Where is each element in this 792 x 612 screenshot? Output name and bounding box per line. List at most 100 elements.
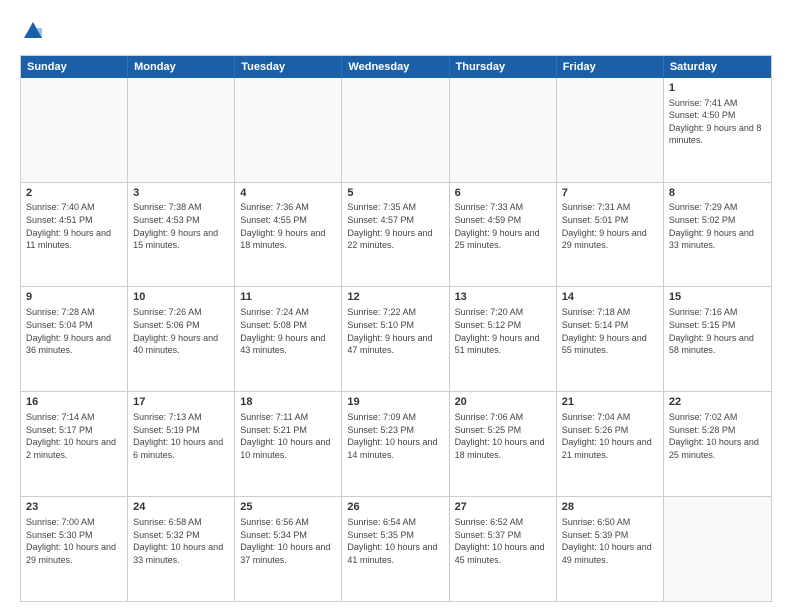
calendar-row-0: 1Sunrise: 7:41 AMSunset: 4:50 PMDaylight… (21, 78, 771, 182)
day-cell-19: 19Sunrise: 7:09 AMSunset: 5:23 PMDayligh… (342, 392, 449, 496)
header (20, 16, 772, 47)
day-cell-9: 9Sunrise: 7:28 AMSunset: 5:04 PMDaylight… (21, 287, 128, 391)
day-number: 17 (133, 395, 229, 410)
day-info: Sunrise: 7:11 AMSunset: 5:21 PMDaylight:… (240, 411, 336, 461)
day-info: Sunrise: 7:14 AMSunset: 5:17 PMDaylight:… (26, 411, 122, 461)
day-cell-13: 13Sunrise: 7:20 AMSunset: 5:12 PMDayligh… (450, 287, 557, 391)
day-number: 20 (455, 395, 551, 410)
day-info: Sunrise: 7:22 AMSunset: 5:10 PMDaylight:… (347, 306, 443, 356)
day-info: Sunrise: 6:56 AMSunset: 5:34 PMDaylight:… (240, 516, 336, 566)
day-number: 3 (133, 186, 229, 201)
day-number: 1 (669, 81, 766, 96)
day-info: Sunrise: 7:18 AMSunset: 5:14 PMDaylight:… (562, 306, 658, 356)
day-info: Sunrise: 7:04 AMSunset: 5:26 PMDaylight:… (562, 411, 658, 461)
day-number: 24 (133, 500, 229, 515)
calendar-row-4: 23Sunrise: 7:00 AMSunset: 5:30 PMDayligh… (21, 496, 771, 601)
day-info: Sunrise: 6:52 AMSunset: 5:37 PMDaylight:… (455, 516, 551, 566)
day-number: 7 (562, 186, 658, 201)
day-info: Sunrise: 7:36 AMSunset: 4:55 PMDaylight:… (240, 201, 336, 251)
empty-cell (342, 78, 449, 182)
day-cell-1: 1Sunrise: 7:41 AMSunset: 4:50 PMDaylight… (664, 78, 771, 182)
day-number: 25 (240, 500, 336, 515)
day-info: Sunrise: 7:00 AMSunset: 5:30 PMDaylight:… (26, 516, 122, 566)
calendar-header: SundayMondayTuesdayWednesdayThursdayFrid… (21, 56, 771, 78)
day-number: 13 (455, 290, 551, 305)
day-number: 12 (347, 290, 443, 305)
day-cell-18: 18Sunrise: 7:11 AMSunset: 5:21 PMDayligh… (235, 392, 342, 496)
header-day-saturday: Saturday (664, 56, 771, 78)
day-cell-11: 11Sunrise: 7:24 AMSunset: 5:08 PMDayligh… (235, 287, 342, 391)
day-number: 10 (133, 290, 229, 305)
day-cell-6: 6Sunrise: 7:33 AMSunset: 4:59 PMDaylight… (450, 183, 557, 287)
empty-cell (21, 78, 128, 182)
day-cell-24: 24Sunrise: 6:58 AMSunset: 5:32 PMDayligh… (128, 497, 235, 601)
day-info: Sunrise: 7:29 AMSunset: 5:02 PMDaylight:… (669, 201, 766, 251)
day-cell-2: 2Sunrise: 7:40 AMSunset: 4:51 PMDaylight… (21, 183, 128, 287)
day-info: Sunrise: 6:50 AMSunset: 5:39 PMDaylight:… (562, 516, 658, 566)
day-number: 11 (240, 290, 336, 305)
day-info: Sunrise: 7:13 AMSunset: 5:19 PMDaylight:… (133, 411, 229, 461)
day-info: Sunrise: 7:31 AMSunset: 5:01 PMDaylight:… (562, 201, 658, 251)
day-cell-12: 12Sunrise: 7:22 AMSunset: 5:10 PMDayligh… (342, 287, 449, 391)
day-info: Sunrise: 7:41 AMSunset: 4:50 PMDaylight:… (669, 97, 766, 147)
empty-cell (557, 78, 664, 182)
day-number: 21 (562, 395, 658, 410)
logo (20, 20, 44, 47)
day-cell-23: 23Sunrise: 7:00 AMSunset: 5:30 PMDayligh… (21, 497, 128, 601)
day-info: Sunrise: 7:02 AMSunset: 5:28 PMDaylight:… (669, 411, 766, 461)
day-cell-27: 27Sunrise: 6:52 AMSunset: 5:37 PMDayligh… (450, 497, 557, 601)
day-cell-28: 28Sunrise: 6:50 AMSunset: 5:39 PMDayligh… (557, 497, 664, 601)
day-cell-15: 15Sunrise: 7:16 AMSunset: 5:15 PMDayligh… (664, 287, 771, 391)
day-cell-22: 22Sunrise: 7:02 AMSunset: 5:28 PMDayligh… (664, 392, 771, 496)
day-number: 9 (26, 290, 122, 305)
day-cell-8: 8Sunrise: 7:29 AMSunset: 5:02 PMDaylight… (664, 183, 771, 287)
day-number: 16 (26, 395, 122, 410)
day-number: 2 (26, 186, 122, 201)
day-info: Sunrise: 7:28 AMSunset: 5:04 PMDaylight:… (26, 306, 122, 356)
day-cell-25: 25Sunrise: 6:56 AMSunset: 5:34 PMDayligh… (235, 497, 342, 601)
day-info: Sunrise: 7:35 AMSunset: 4:57 PMDaylight:… (347, 201, 443, 251)
day-cell-26: 26Sunrise: 6:54 AMSunset: 5:35 PMDayligh… (342, 497, 449, 601)
header-day-wednesday: Wednesday (342, 56, 449, 78)
day-info: Sunrise: 7:38 AMSunset: 4:53 PMDaylight:… (133, 201, 229, 251)
day-number: 22 (669, 395, 766, 410)
day-info: Sunrise: 7:33 AMSunset: 4:59 PMDaylight:… (455, 201, 551, 251)
day-cell-14: 14Sunrise: 7:18 AMSunset: 5:14 PMDayligh… (557, 287, 664, 391)
day-number: 18 (240, 395, 336, 410)
day-cell-10: 10Sunrise: 7:26 AMSunset: 5:06 PMDayligh… (128, 287, 235, 391)
day-info: Sunrise: 6:58 AMSunset: 5:32 PMDaylight:… (133, 516, 229, 566)
logo-text (20, 20, 44, 47)
day-info: Sunrise: 7:40 AMSunset: 4:51 PMDaylight:… (26, 201, 122, 251)
day-cell-17: 17Sunrise: 7:13 AMSunset: 5:19 PMDayligh… (128, 392, 235, 496)
empty-cell (664, 497, 771, 601)
calendar-row-2: 9Sunrise: 7:28 AMSunset: 5:04 PMDaylight… (21, 286, 771, 391)
day-number: 26 (347, 500, 443, 515)
day-info: Sunrise: 7:26 AMSunset: 5:06 PMDaylight:… (133, 306, 229, 356)
header-day-tuesday: Tuesday (235, 56, 342, 78)
day-info: Sunrise: 7:24 AMSunset: 5:08 PMDaylight:… (240, 306, 336, 356)
day-info: Sunrise: 7:16 AMSunset: 5:15 PMDaylight:… (669, 306, 766, 356)
day-number: 14 (562, 290, 658, 305)
calendar-row-1: 2Sunrise: 7:40 AMSunset: 4:51 PMDaylight… (21, 182, 771, 287)
day-cell-21: 21Sunrise: 7:04 AMSunset: 5:26 PMDayligh… (557, 392, 664, 496)
empty-cell (450, 78, 557, 182)
empty-cell (235, 78, 342, 182)
day-info: Sunrise: 7:09 AMSunset: 5:23 PMDaylight:… (347, 411, 443, 461)
calendar: SundayMondayTuesdayWednesdayThursdayFrid… (20, 55, 772, 602)
day-number: 28 (562, 500, 658, 515)
day-info: Sunrise: 6:54 AMSunset: 5:35 PMDaylight:… (347, 516, 443, 566)
day-cell-3: 3Sunrise: 7:38 AMSunset: 4:53 PMDaylight… (128, 183, 235, 287)
header-day-sunday: Sunday (21, 56, 128, 78)
header-day-thursday: Thursday (450, 56, 557, 78)
day-cell-4: 4Sunrise: 7:36 AMSunset: 4:55 PMDaylight… (235, 183, 342, 287)
day-number: 6 (455, 186, 551, 201)
day-number: 23 (26, 500, 122, 515)
logo-icon (22, 20, 44, 42)
header-day-friday: Friday (557, 56, 664, 78)
day-number: 5 (347, 186, 443, 201)
day-info: Sunrise: 7:06 AMSunset: 5:25 PMDaylight:… (455, 411, 551, 461)
calendar-body: 1Sunrise: 7:41 AMSunset: 4:50 PMDaylight… (21, 78, 771, 601)
day-cell-5: 5Sunrise: 7:35 AMSunset: 4:57 PMDaylight… (342, 183, 449, 287)
day-number: 19 (347, 395, 443, 410)
day-number: 15 (669, 290, 766, 305)
